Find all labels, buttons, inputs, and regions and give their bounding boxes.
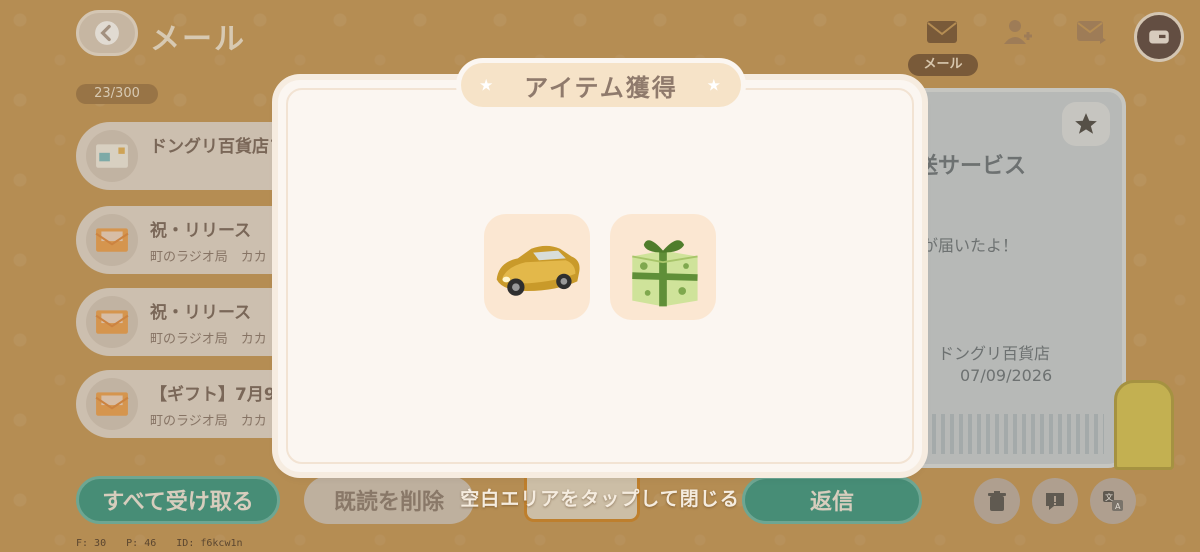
reward-item-slot[interactable] — [610, 214, 716, 320]
modal-border — [286, 88, 914, 464]
debug-f: F: 30 — [76, 538, 107, 549]
debug-p: P: 46 — [126, 538, 157, 549]
modal-title-pill: ★ アイテム獲得 ★ — [456, 58, 746, 112]
debug-id: ID: f6kcw1n — [176, 538, 243, 549]
modal-title: アイテム獲得 — [524, 73, 678, 102]
debug-info: F: 30 P: 46 ID: f6kcw1n — [76, 538, 257, 549]
tap-to-close-hint: 空白エリアをタップして閉じる — [460, 488, 740, 510]
reward-item-slot[interactable] — [484, 214, 590, 320]
gold-convertible-car-icon — [496, 245, 580, 296]
star-icon: ★ — [706, 75, 723, 95]
item-acquired-modal — [278, 80, 922, 472]
green-gift-box-icon — [632, 240, 698, 307]
star-icon: ★ — [479, 75, 496, 95]
